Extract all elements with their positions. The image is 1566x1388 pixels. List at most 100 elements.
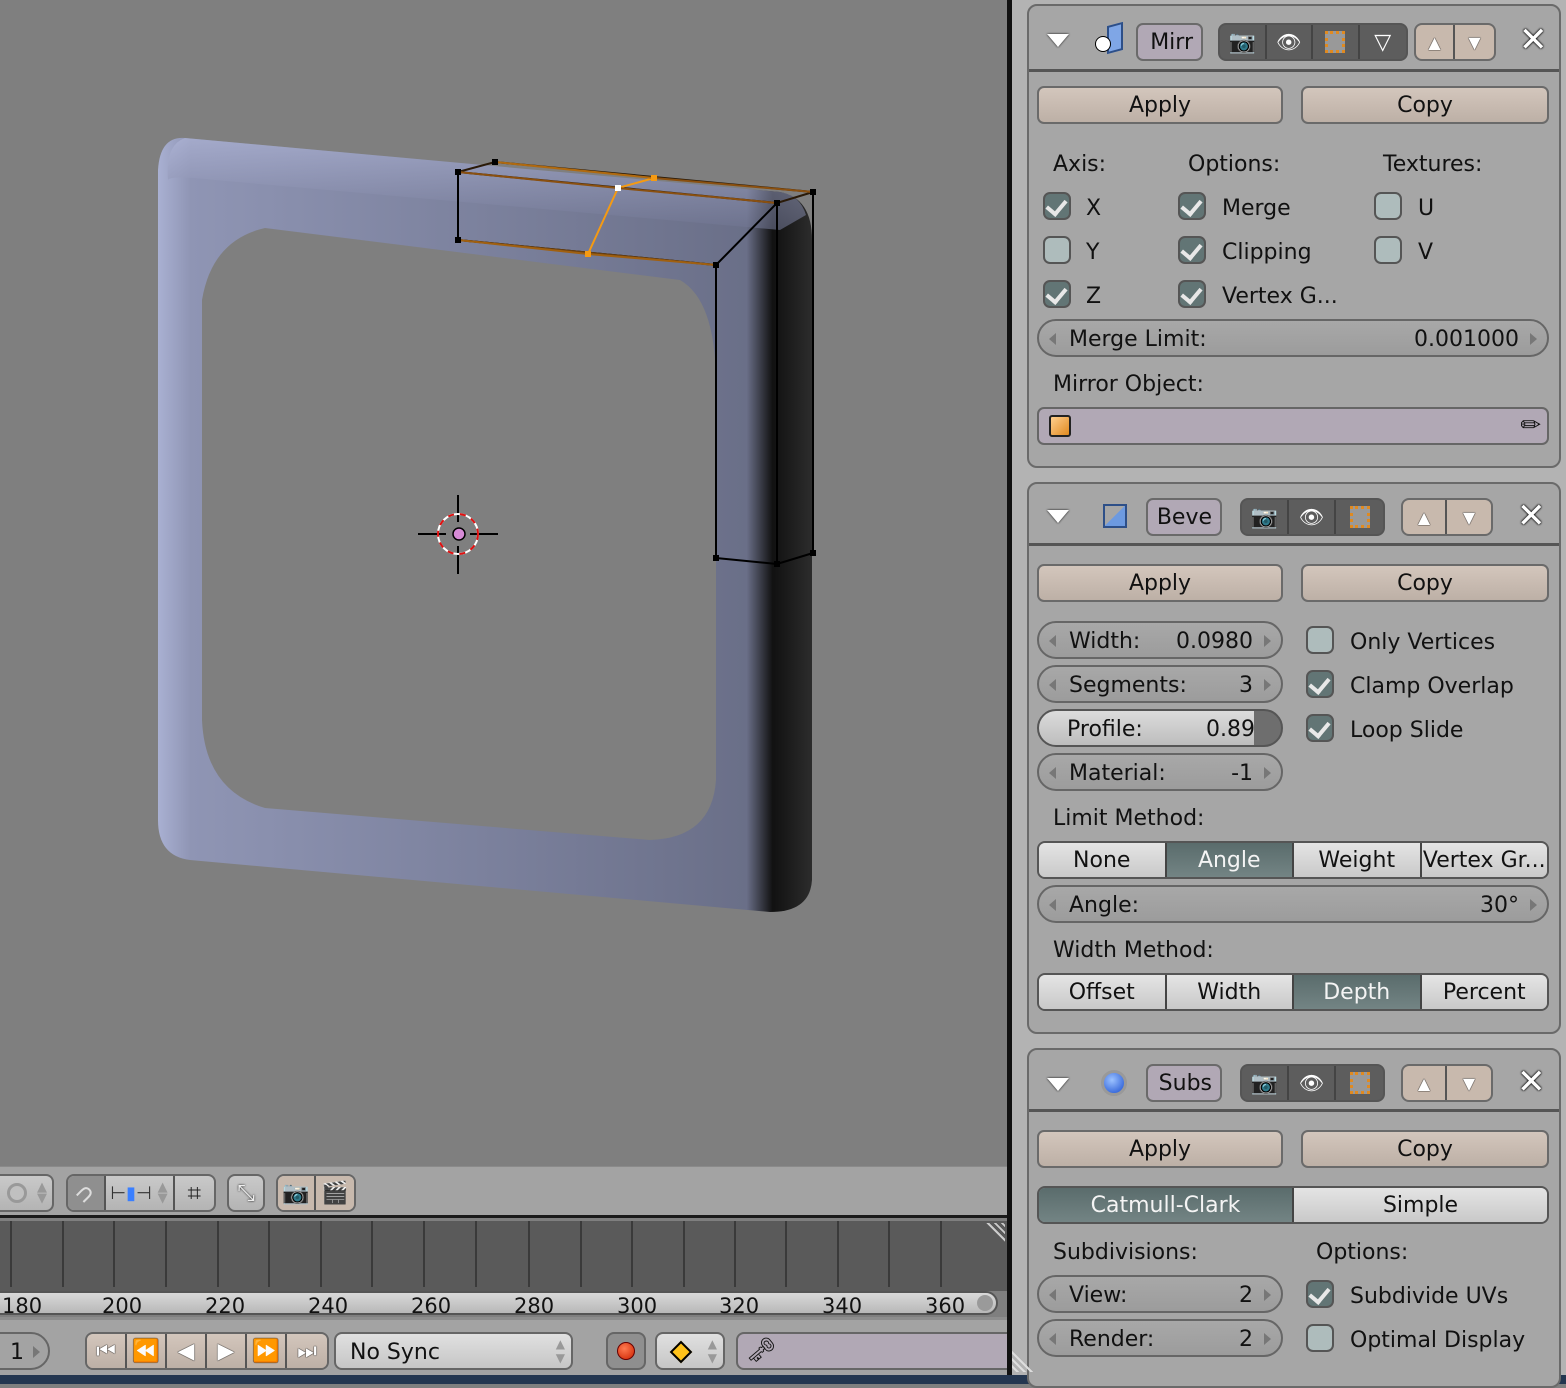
width-method-width[interactable]: Width [1166, 975, 1294, 1009]
proportional-edit-button[interactable]: ⤡ [227, 1174, 265, 1212]
width-field[interactable]: Width: 0.0980 [1037, 621, 1283, 659]
profile-slider[interactable]: Profile: 0.89 [1037, 709, 1283, 747]
move-up-button[interactable]: ▲ [1403, 1066, 1448, 1100]
algorithm-catmull-clark[interactable]: Catmull-Clark [1039, 1188, 1294, 1222]
modifier-name-field[interactable]: Beve [1146, 498, 1222, 536]
merge-checkbox[interactable] [1178, 192, 1206, 220]
limit-method-weight[interactable]: Weight [1294, 843, 1422, 877]
width-method-percent[interactable]: Percent [1421, 975, 1547, 1009]
algorithm-simple[interactable]: Simple [1294, 1188, 1547, 1222]
decrement-arrow-icon[interactable] [1049, 1333, 1056, 1345]
play-button[interactable]: ▶ [207, 1334, 247, 1368]
editmode-toggle[interactable] [1336, 1066, 1383, 1100]
width-method-offset[interactable]: Offset [1039, 975, 1167, 1009]
render-toggle[interactable]: 📷 [1220, 25, 1267, 59]
play-reverse-button[interactable]: ◀ [167, 1334, 207, 1368]
editmode-toggle[interactable] [1336, 500, 1383, 534]
modifier-name-field[interactable]: Mirr [1136, 23, 1203, 61]
texture-u-checkbox[interactable] [1374, 192, 1402, 220]
timeline-area[interactable] [0, 1221, 1007, 1291]
material-field[interactable]: Material: -1 [1037, 753, 1283, 791]
segments-field[interactable]: Segments: 3 [1037, 665, 1283, 703]
collapse-toggle-icon[interactable] [1047, 34, 1069, 47]
increment-arrow-icon[interactable] [1264, 1333, 1271, 1345]
decrement-arrow-icon[interactable] [1049, 635, 1056, 647]
render-toggle[interactable]: 📷 [1242, 1066, 1289, 1100]
remove-modifier-button[interactable]: ✕ [1517, 1062, 1546, 1102]
increment-arrow-icon[interactable] [1264, 635, 1271, 647]
move-down-button[interactable]: ▼ [1447, 1066, 1491, 1100]
merge-limit-field[interactable]: Merge Limit: 0.001000 [1037, 319, 1549, 357]
decrement-arrow-icon[interactable] [1049, 767, 1056, 779]
apply-button[interactable]: Apply [1037, 1130, 1283, 1168]
apply-button[interactable]: Apply [1037, 86, 1283, 124]
render-levels-field[interactable]: Render: 2 [1037, 1319, 1283, 1357]
move-down-button[interactable]: ▼ [1447, 500, 1491, 534]
viewport-toggle[interactable]: 👁 [1289, 500, 1336, 534]
increment-arrow-icon[interactable] [1264, 767, 1271, 779]
record-button[interactable] [606, 1332, 646, 1370]
limit-method-vertex-group[interactable]: Vertex Gr... [1421, 843, 1547, 877]
frame-ruler[interactable]: 180 200 220 240 260 280 300 320 340 360 [0, 1291, 998, 1318]
collapse-toggle-icon[interactable] [1047, 510, 1069, 523]
render-toggle[interactable]: 📷 [1242, 500, 1289, 534]
angle-field[interactable]: Angle: 30° [1037, 885, 1549, 923]
jump-to-end-button[interactable]: ⏭ [287, 1334, 327, 1368]
loop-slide-checkbox[interactable] [1306, 714, 1334, 742]
increment-arrow-icon[interactable] [1530, 899, 1537, 911]
viewport-toggle[interactable]: 👁 [1267, 25, 1313, 59]
apply-button[interactable]: Apply [1037, 564, 1283, 602]
decrement-arrow-icon[interactable] [1049, 1289, 1056, 1301]
snap-toggle[interactable]: ∩ [68, 1176, 106, 1210]
subdivide-uvs-checkbox[interactable] [1306, 1280, 1334, 1308]
next-keyframe-button[interactable]: ⏩ [247, 1334, 287, 1368]
width-method-depth[interactable]: Depth [1294, 975, 1422, 1009]
viewport-canvas[interactable] [0, 0, 1007, 1166]
optimal-display-checkbox[interactable] [1306, 1324, 1334, 1352]
keying-set-field[interactable]: 🗝 [736, 1332, 1016, 1370]
axis-z-checkbox[interactable] [1043, 280, 1071, 308]
limit-method-angle[interactable]: Angle [1166, 843, 1294, 877]
sync-mode-dropdown[interactable]: No Sync ▲ ▼ [334, 1332, 573, 1370]
pivot-selector[interactable]: ▲ ▼ [0, 1174, 54, 1212]
decrement-arrow-icon[interactable] [1049, 899, 1056, 911]
texture-v-checkbox[interactable] [1374, 236, 1402, 264]
scrollbar-knob[interactable] [977, 1295, 993, 1311]
viewport-toggle[interactable]: 👁 [1289, 1066, 1336, 1100]
resize-corner-icon[interactable] [983, 1223, 1005, 1245]
snap-element-selector[interactable]: ⊢▮⊣ ▲ ▼ [106, 1176, 175, 1210]
increment-arrow-icon[interactable] [1264, 679, 1271, 691]
increment-arrow-icon[interactable] [1530, 333, 1537, 345]
copy-button[interactable]: Copy [1301, 1130, 1549, 1168]
prev-keyframe-button[interactable]: ⏪ [127, 1334, 167, 1368]
editmode-toggle[interactable] [1313, 25, 1360, 59]
copy-button[interactable]: Copy [1301, 86, 1549, 124]
copy-button[interactable]: Copy [1301, 564, 1549, 602]
eyedropper-icon[interactable]: ✎ [1514, 408, 1548, 442]
jump-to-start-button[interactable]: ⏮ [87, 1334, 127, 1368]
increment-arrow-icon[interactable] [1264, 1289, 1271, 1301]
render-still-button[interactable]: 📷 [278, 1176, 317, 1210]
clamp-overlap-checkbox[interactable] [1306, 670, 1334, 698]
current-frame-field[interactable]: 1 [0, 1332, 50, 1370]
view-levels-field[interactable]: View: 2 [1037, 1275, 1283, 1313]
move-up-button[interactable]: ▲ [1416, 25, 1456, 59]
limit-method-none[interactable]: None [1039, 843, 1167, 877]
axis-y-checkbox[interactable] [1043, 236, 1071, 264]
decrement-arrow-icon[interactable] [1049, 333, 1056, 345]
remove-modifier-button[interactable]: ✕ [1517, 496, 1546, 536]
mirror-object-field[interactable]: ✎ [1037, 407, 1549, 445]
render-animation-button[interactable]: 🎬 [316, 1176, 354, 1210]
keying-dropdown[interactable]: ▲ ▼ [655, 1332, 725, 1370]
axis-x-checkbox[interactable] [1043, 192, 1071, 220]
clipping-checkbox[interactable] [1178, 236, 1206, 264]
move-up-button[interactable]: ▲ [1403, 500, 1448, 534]
decrement-arrow-icon[interactable] [1049, 679, 1056, 691]
only-vertices-checkbox[interactable] [1306, 626, 1334, 654]
on-cage-toggle[interactable]: ▽ [1360, 25, 1406, 59]
modifier-name-field[interactable]: Subs [1146, 1064, 1222, 1102]
snap-target-button[interactable]: ⌗ [175, 1176, 214, 1210]
vertex-groups-checkbox[interactable] [1178, 280, 1206, 308]
move-down-button[interactable]: ▼ [1455, 25, 1494, 59]
remove-modifier-button[interactable]: ✕ [1519, 20, 1548, 60]
